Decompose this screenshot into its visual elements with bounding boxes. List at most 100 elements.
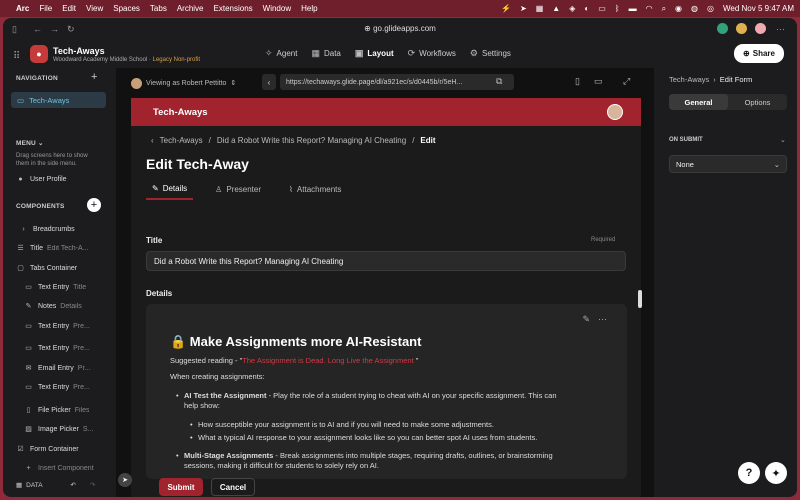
back-chevron-icon[interactable]: ‹ bbox=[151, 136, 154, 145]
app-name[interactable]: Tech-Aways bbox=[53, 46, 105, 56]
sub-bullet-1: How susceptible your assignment is to AI… bbox=[190, 420, 494, 430]
breadcrumb-item[interactable]: Tech-Aways bbox=[160, 136, 203, 145]
browser-url[interactable]: ⊕ go.glideapps.com bbox=[3, 24, 797, 33]
menu-item-help[interactable]: Help bbox=[301, 4, 317, 13]
more-icon[interactable]: ⋯ bbox=[776, 24, 785, 35]
nav-settings[interactable]: ⚙ Settings bbox=[470, 48, 511, 59]
form-buttons: Submit Cancel bbox=[159, 478, 255, 496]
details-rich-text[interactable]: ✎ ⋯ 🔒 Make Assignments more AI-Resistant… bbox=[146, 304, 627, 479]
expand-icon[interactable]: ⤢ bbox=[623, 76, 630, 87]
app-logo[interactable]: ● bbox=[30, 45, 48, 63]
tablet-icon[interactable]: ▭ bbox=[594, 76, 603, 87]
cursor-mode-icon[interactable]: ➤ bbox=[118, 473, 132, 487]
edit-pencil-icon[interactable]: ✎ bbox=[582, 314, 590, 325]
menu-item-window[interactable]: Window bbox=[263, 4, 291, 13]
menu-item-extensions[interactable]: Extensions bbox=[214, 4, 253, 13]
component-breadcrumbs[interactable]: › Breadcrumbs bbox=[3, 222, 115, 236]
tab-details[interactable]: ✎ Details bbox=[146, 184, 194, 200]
suggested-reading-link[interactable]: The Assignment is Dead. Long Live the As… bbox=[242, 356, 413, 365]
battery-icon[interactable]: ▬ bbox=[629, 4, 637, 13]
viewing-as-selector[interactable]: Viewing as Robert Pettitto ⇕ bbox=[131, 77, 236, 89]
control-center-icon[interactable]: ◉ bbox=[675, 4, 682, 13]
drive-icon[interactable]: ▲ bbox=[552, 4, 560, 13]
redo-icon[interactable]: ↷ bbox=[90, 481, 95, 489]
grid-icon[interactable]: ▦ bbox=[536, 4, 544, 13]
avatar[interactable] bbox=[607, 104, 623, 120]
breadcrumb: ‹ Tech-Aways / Did a Robot Write this Re… bbox=[151, 136, 436, 145]
nav-data[interactable]: ▦ Data bbox=[311, 48, 340, 59]
menu-item-file[interactable]: File bbox=[39, 4, 52, 13]
menu-item-spaces[interactable]: Spaces bbox=[113, 4, 140, 13]
menu-item-tabs[interactable]: Tabs bbox=[150, 4, 167, 13]
component-text-entry-3[interactable]: ▭ Text Entry Pre... bbox=[3, 341, 115, 355]
bolt-icon[interactable]: ⚡ bbox=[501, 4, 511, 13]
more-icon[interactable]: ⋯ bbox=[598, 314, 607, 325]
menubar-clock[interactable]: Wed Nov 5 9:47 AM bbox=[723, 4, 794, 13]
external-link-icon[interactable]: ⧉ bbox=[496, 76, 502, 87]
search-icon[interactable]: ⌕ bbox=[662, 4, 666, 14]
component-text-entry-4[interactable]: ▭ Text Entry Pre... bbox=[3, 380, 115, 394]
add-tab-icon[interactable]: + bbox=[91, 71, 97, 83]
preview-url-field[interactable]: https://techaways.glide.page/dl/a921ec/s… bbox=[280, 74, 514, 90]
menu-hint: Drag screens here to show them in the si… bbox=[16, 153, 88, 167]
add-component-button[interactable]: + bbox=[87, 198, 101, 212]
component-title[interactable]: ☰ Title Edit Tech-A... bbox=[3, 241, 115, 255]
data-label[interactable]: DATA bbox=[26, 482, 42, 489]
user-icon[interactable]: ◍ bbox=[691, 4, 698, 13]
text-entry-icon: ▭ bbox=[25, 323, 32, 330]
component-file-picker[interactable]: ▯ File Picker Files bbox=[3, 403, 115, 417]
arrow-icon[interactable]: ➤ bbox=[520, 4, 527, 13]
component-email-entry[interactable]: ✉ Email Entry Pr... bbox=[3, 361, 115, 375]
cancel-button[interactable]: Cancel bbox=[211, 478, 255, 496]
help-button[interactable]: ? bbox=[738, 462, 760, 484]
table-icon[interactable]: ▦ bbox=[16, 481, 22, 489]
app-topbar-title[interactable]: Tech-Aways bbox=[153, 107, 208, 118]
siri-icon[interactable]: ◎ bbox=[707, 4, 714, 13]
title-input[interactable]: Did a Robot Write this Report? Managing … bbox=[146, 251, 626, 271]
nav-layout[interactable]: ▣ Layout bbox=[355, 48, 394, 59]
menu-item-archive[interactable]: Archive bbox=[177, 4, 204, 13]
menu-title[interactable]: MENU ⌄ bbox=[16, 139, 44, 147]
submit-button[interactable]: Submit bbox=[159, 478, 203, 496]
menu-item-user-profile[interactable]: ● User Profile bbox=[3, 172, 115, 186]
profile-icon[interactable] bbox=[755, 23, 766, 34]
tab-general[interactable]: General bbox=[669, 94, 728, 110]
on-submit-select[interactable]: None ⌄ bbox=[669, 155, 787, 173]
breadcrumb-item[interactable]: Did a Robot Write this Report? Managing … bbox=[217, 136, 406, 145]
chrome-extension-icon[interactable] bbox=[736, 23, 747, 34]
nav-agent[interactable]: ✧ Agent bbox=[265, 48, 297, 59]
component-text-entry-2[interactable]: ▭ Text Entry Pre... bbox=[3, 319, 115, 333]
panel-breadcrumb-item[interactable]: Tech-Aways bbox=[669, 75, 709, 84]
extension-icon[interactable] bbox=[717, 23, 728, 34]
dropbox-icon[interactable]: ◈ bbox=[569, 4, 575, 13]
tab-attachments[interactable]: ⌇ Attachments bbox=[283, 184, 347, 200]
mobile-icon[interactable]: ▯ bbox=[575, 76, 580, 87]
menu-app-name[interactable]: Arc bbox=[16, 4, 29, 13]
menu-item-view[interactable]: View bbox=[86, 4, 103, 13]
preview-scrollbar[interactable] bbox=[638, 290, 642, 308]
ai-sparkle-button[interactable]: ✦ bbox=[765, 462, 787, 484]
wifi-icon[interactable]: ◠ bbox=[646, 4, 653, 13]
toggle-icon[interactable]: ◐ bbox=[584, 4, 589, 13]
preview-back-button[interactable]: ‹ bbox=[262, 74, 276, 90]
apps-grid-icon[interactable]: ⠿ bbox=[13, 51, 20, 62]
component-image-picker[interactable]: ▨ Image Picker S... bbox=[3, 422, 115, 436]
camera-icon[interactable]: ▭ bbox=[598, 4, 606, 13]
nav-item-tech-aways[interactable]: ▭ Tech-Aways bbox=[11, 92, 106, 108]
menu-item-edit[interactable]: Edit bbox=[62, 4, 76, 13]
share-button[interactable]: ⊕ Share bbox=[734, 44, 784, 63]
undo-icon[interactable]: ↶ bbox=[71, 481, 76, 489]
nav-workflows[interactable]: ⟳ Workflows bbox=[408, 48, 456, 59]
details-intro: When creating assignments: bbox=[170, 372, 265, 381]
component-notes[interactable]: ✎ Notes Details bbox=[3, 299, 115, 313]
tab-options[interactable]: Options bbox=[728, 94, 787, 110]
tab-presenter[interactable]: ♙ Presenter bbox=[209, 184, 267, 200]
chevron-down-icon[interactable]: ⌄ bbox=[780, 136, 786, 144]
file-icon: ▯ bbox=[26, 407, 31, 414]
title-label: Title bbox=[146, 236, 163, 245]
component-form-container[interactable]: ☑ Form Container bbox=[3, 442, 115, 456]
bluetooth-icon[interactable]: ᛒ bbox=[615, 4, 620, 13]
component-text-entry-title[interactable]: ▭ Text Entry Title bbox=[3, 280, 115, 294]
details-label: Details bbox=[146, 289, 173, 298]
component-tabs-container[interactable]: ▢ Tabs Container bbox=[3, 261, 115, 275]
